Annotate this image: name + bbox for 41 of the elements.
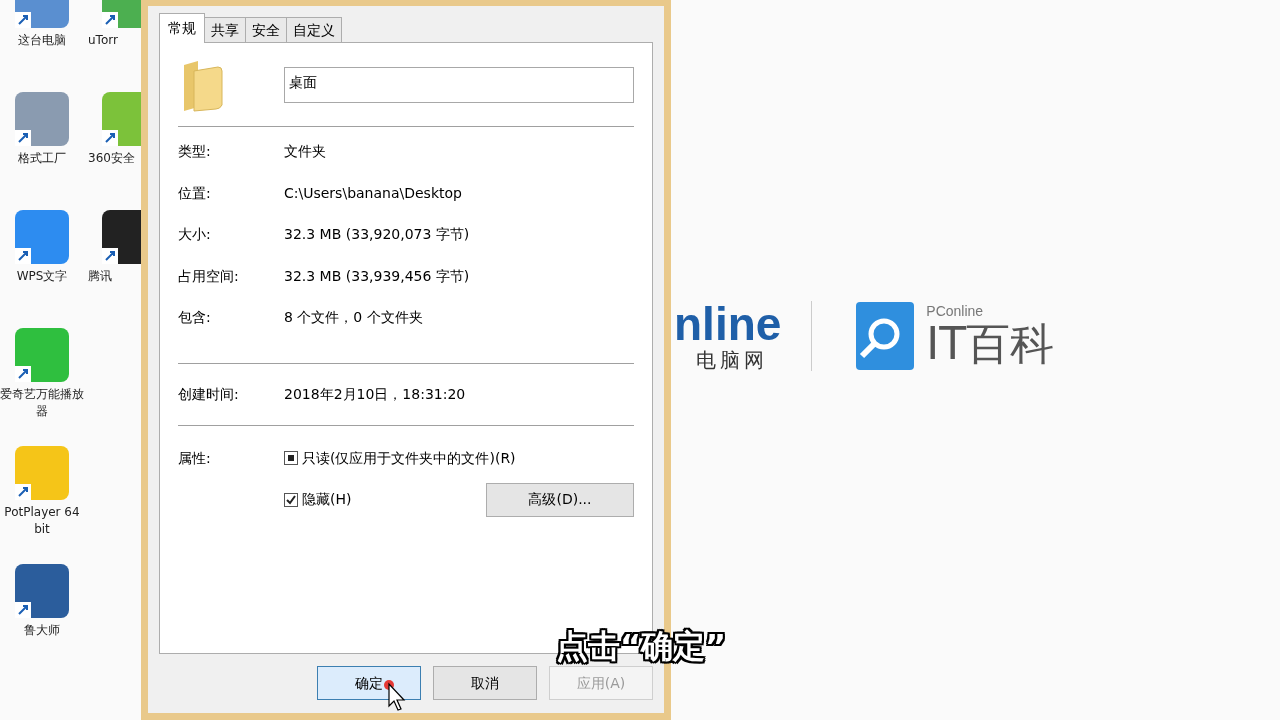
detail-value: 8 个文件，0 个文件夹 [284, 308, 423, 327]
attribute-checkbox[interactable]: 隐藏(H) [284, 489, 352, 510]
app-icon[interactable] [13, 562, 71, 620]
brand-logo-text: nline [674, 300, 782, 348]
detail-label: 创建时间: [178, 384, 240, 404]
detail-value: 32.3 MB (33,939,456 字节) [284, 266, 470, 286]
video-caption: 点击“确定” [556, 626, 727, 667]
detail-label: 位置: [178, 183, 212, 203]
icon-label: 这台电脑 [17, 32, 67, 49]
detail-label: 类型: [178, 142, 212, 161]
name-field[interactable]: 桌面 [284, 66, 634, 103]
tab[interactable]: 安全 [245, 17, 287, 42]
detail-label: 包含: [178, 308, 212, 327]
detail-value: 2018年2月10日，18:31:20 [284, 384, 466, 404]
icon-label: uTorr [88, 32, 118, 49]
logo-text: IT百科 [926, 319, 1055, 369]
icon-label: 鲁大师 [23, 622, 61, 639]
detail-label: 大小: [178, 225, 212, 244]
tab[interactable]: 常规 [159, 13, 205, 43]
attributes-label: 属性: [178, 448, 212, 468]
advanced-button[interactable]: 高级(D)... [486, 482, 634, 517]
detail-value: C:\Users\banana\Desktop [284, 183, 462, 203]
brand-subtitle: 电脑网 [695, 348, 769, 372]
dialog-button[interactable]: 确定 [317, 666, 421, 700]
icon-label: 腾讯 [88, 268, 112, 285]
icon-label: 爱奇艺万能播放器 [0, 386, 84, 420]
detail-value: 32.3 MB (33,920,073 字节) [284, 225, 470, 244]
cursor-icon [384, 680, 406, 712]
icon-label: WPS文字 [15, 268, 69, 285]
dialog-button[interactable]: 取消 [433, 666, 537, 700]
detail-value: 文件夹 [284, 142, 326, 161]
logo-small-text: PConline [926, 303, 985, 319]
detail-label: 占用空间: [178, 266, 240, 286]
icon-label: PotPlayer 64 bit [3, 504, 81, 538]
icon-label: 360安全 [88, 150, 135, 167]
mixed-square-icon [288, 455, 294, 461]
attribute-checkbox[interactable]: 只读(仅应用于文件夹中的文件)(R) [284, 447, 516, 469]
icon-label: 格式工厂 [17, 150, 67, 167]
tab[interactable]: 自定义 [286, 17, 342, 42]
check-icon [286, 494, 296, 505]
tab[interactable]: 共享 [204, 17, 246, 42]
